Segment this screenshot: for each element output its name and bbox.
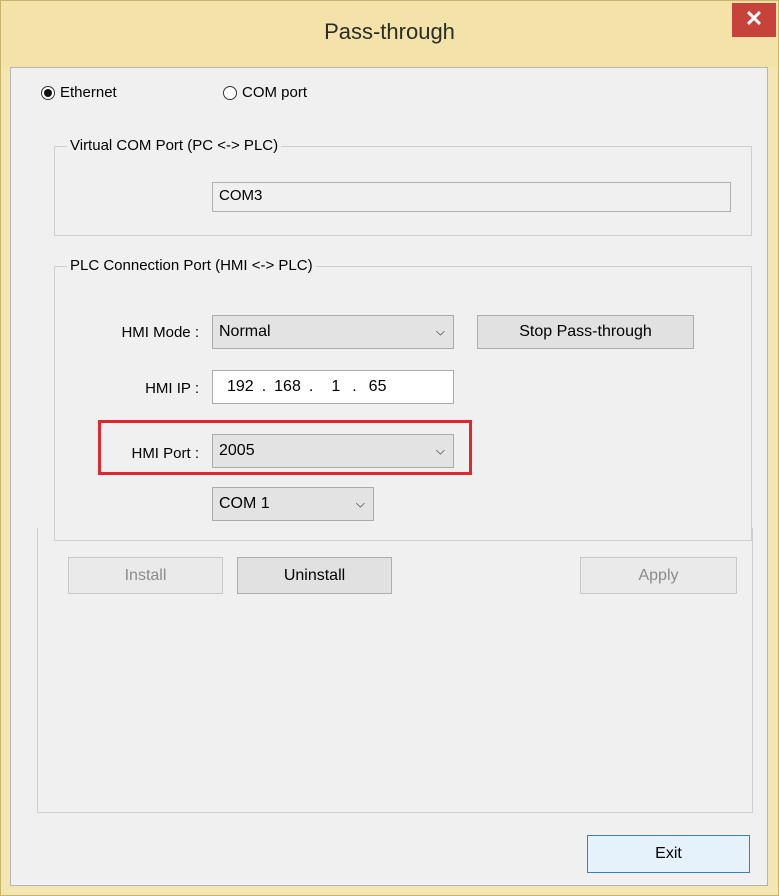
com-port-select-value: COM 1 <box>219 495 270 512</box>
dialog-client-area: Ethernet COM port Virtual COM Port (PC <… <box>10 67 768 886</box>
hmi-mode-select[interactable]: Normal ⌵ <box>212 315 454 349</box>
ip-dot-3: . <box>352 378 357 395</box>
com-port-radio-label: COM port <box>242 84 308 101</box>
com-port-radio-dot[interactable] <box>223 85 237 100</box>
ip-dot-2: . <box>308 378 314 395</box>
ip-dot-1: . <box>261 378 267 395</box>
com-port-select[interactable]: COM 1 ⌵ <box>212 487 374 521</box>
actions-panel <box>37 528 753 813</box>
exit-button[interactable]: Exit <box>587 835 750 873</box>
virtual-com-group: Virtual COM Port (PC <-> PLC) COM3 <box>54 137 752 236</box>
close-icon: ✕ <box>744 6 764 31</box>
ethernet-radio-dot[interactable] <box>41 85 55 100</box>
window-title: Pass-through <box>324 19 455 44</box>
chevron-down-icon: ⌵ <box>355 496 365 511</box>
close-button[interactable]: ✕ <box>732 3 776 37</box>
plc-connection-group: PLC Connection Port (HMI <-> PLC) HMI Mo… <box>54 257 752 541</box>
ip-octet-3[interactable]: 1 <box>331 378 340 396</box>
stop-pass-through-button[interactable]: Stop Pass-through <box>477 315 694 349</box>
title-bar[interactable]: Pass-through ✕ <box>1 1 778 67</box>
virtual-com-field: COM3 <box>212 182 731 212</box>
hmi-port-highlight-box <box>98 420 472 475</box>
ethernet-radio-label: Ethernet <box>60 84 117 101</box>
hmi-ip-field[interactable]: 192 . 168 . 1 . 65 <box>212 370 454 404</box>
ip-octet-4[interactable]: 65 <box>369 378 387 396</box>
chevron-down-icon: ⌵ <box>435 324 445 339</box>
ethernet-radio[interactable]: Ethernet <box>41 84 117 101</box>
hmi-mode-value: Normal <box>219 323 271 340</box>
plc-connection-group-label: PLC Connection Port (HMI <-> PLC) <box>67 257 316 274</box>
virtual-com-group-label: Virtual COM Port (PC <-> PLC) <box>67 137 282 154</box>
com-port-radio[interactable]: COM port <box>223 84 307 101</box>
pass-through-window: Pass-through ✕ Ethernet COM port Virtual… <box>0 0 779 896</box>
ip-octet-2[interactable]: 168 <box>274 378 301 396</box>
ip-octet-1[interactable]: 192 <box>227 378 254 396</box>
hmi-mode-label: HMI Mode : <box>121 324 199 341</box>
hmi-ip-label: HMI IP : <box>145 380 199 397</box>
